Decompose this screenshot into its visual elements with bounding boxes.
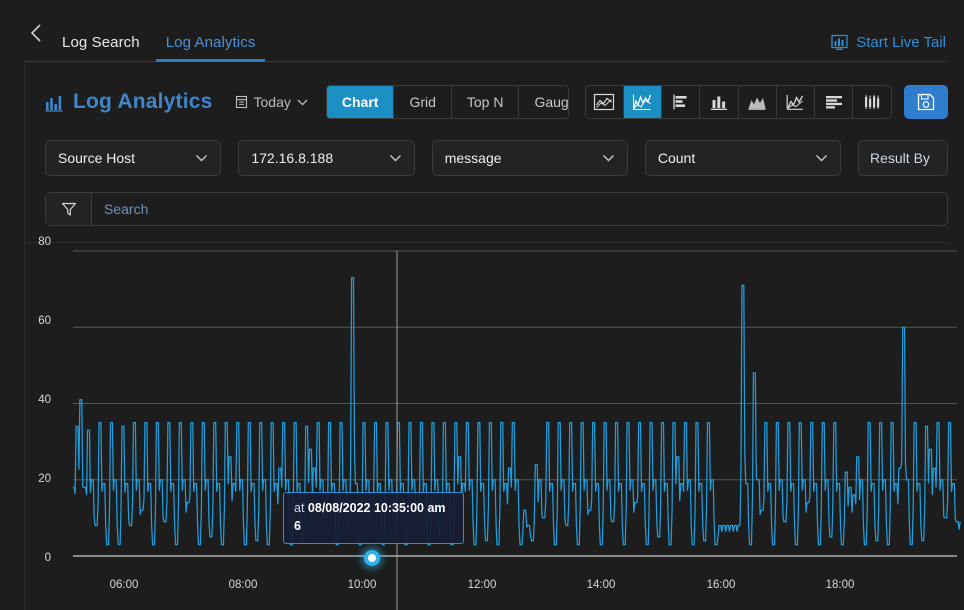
save-button[interactable] — [904, 85, 948, 119]
x-axis-tick-0600: 06:00 — [109, 579, 139, 591]
chevron-down-icon — [297, 99, 308, 106]
scatter-line-chart-icon — [786, 95, 804, 110]
chevron-down-icon — [389, 155, 401, 162]
aggregate-select[interactable]: Count — [644, 140, 841, 176]
chart-type-candlestick[interactable] — [853, 86, 892, 118]
chevron-down-icon — [816, 155, 827, 162]
x-axis-tick-1400: 14:00 — [586, 579, 616, 591]
tab-log-analytics-label: Log Analytics — [165, 34, 256, 51]
candlestick-chart-icon — [865, 95, 880, 109]
x-axis-tick-0800: 08:00 — [228, 579, 258, 591]
horizontal-bar-chart-icon — [673, 94, 687, 110]
start-live-tail-label: Start Live Tail — [856, 34, 946, 51]
panel-title: Log Analytics — [45, 90, 213, 114]
column-chart-icon — [710, 96, 727, 110]
view-mode-gauge[interactable]: Gauge — [519, 86, 568, 118]
floppy-disk-icon — [918, 93, 935, 111]
aggregate-select-value: Count — [657, 150, 696, 166]
view-mode-top-n-label: Top N — [466, 94, 504, 110]
field-select-value: message — [444, 150, 502, 166]
x-axis-tick-1000: 10:00 — [347, 579, 377, 591]
y-axis-tick-80: 80 — [38, 236, 51, 248]
chart-type-line[interactable] — [623, 86, 663, 118]
result-by-select-value: Result By — [870, 150, 930, 166]
tab-log-analytics[interactable]: Log Analytics — [155, 34, 266, 62]
chart-type-stacked-bar[interactable] — [814, 86, 854, 118]
analytics-panel: Log Analytics Today Chart Grid Top N Gau… — [24, 62, 964, 610]
chevron-down-icon — [196, 155, 208, 162]
bar-chart-icon — [45, 95, 63, 112]
host-value-select-value: 172.16.8.188 — [251, 150, 334, 166]
y-axis-tick-20: 20 — [38, 473, 51, 485]
filter-button[interactable] — [46, 193, 92, 225]
funnel-icon — [61, 202, 76, 216]
search-bar — [45, 192, 948, 226]
view-mode-top-n[interactable]: Top N — [451, 86, 520, 118]
result-by-select[interactable]: Result By — [858, 140, 948, 176]
view-mode-chart-label: Chart — [341, 94, 379, 110]
y-axis-tick-40: 40 — [38, 394, 51, 406]
view-mode-grid-label: Grid — [409, 94, 436, 110]
tab-log-search[interactable]: Log Search — [52, 34, 150, 62]
chevron-down-icon — [602, 155, 614, 162]
chevron-left-icon — [30, 24, 41, 42]
top-navigation-bar: Log Search Log Analytics Start Live Tail — [0, 0, 964, 62]
mountain-area-chart-icon — [748, 97, 766, 110]
back-button[interactable] — [24, 18, 46, 48]
tab-log-search-label: Log Search — [62, 34, 140, 51]
chart-type-area[interactable] — [585, 86, 624, 118]
start-live-tail-button[interactable]: Start Live Tail — [831, 34, 946, 51]
chart-type-column[interactable] — [700, 86, 739, 118]
chart-type-mountain-area[interactable] — [738, 86, 777, 118]
chart-type-scatter-line[interactable] — [776, 86, 815, 118]
chart-type-group — [584, 85, 893, 119]
view-mode-group: Chart Grid Top N Gauge — [325, 85, 569, 119]
x-axis-tick-1200: 12:00 — [467, 579, 497, 591]
search-input[interactable] — [92, 201, 947, 217]
analytics-toolbar: Log Analytics Today Chart Grid Top N Gau… — [25, 62, 964, 124]
stacked-bar-chart-icon — [825, 96, 842, 109]
host-value-select[interactable]: 172.16.8.188 — [238, 140, 415, 176]
field-select[interactable]: message — [431, 140, 628, 176]
log-analytics-chart[interactable]: 0 20 40 60 80 06:00 08:00 10:00 12:00 14… — [25, 236, 964, 610]
y-axis-tick-60: 60 — [38, 315, 51, 327]
chart-hover-marker — [364, 550, 380, 566]
y-axis-tick-0: 0 — [44, 552, 51, 564]
x-axis-tick-1800: 18:00 — [825, 579, 855, 591]
view-mode-chart[interactable]: Chart — [326, 86, 395, 118]
filter-row: Source Host 172.16.8.188 message Count R — [25, 124, 964, 176]
chart-canvas[interactable] — [25, 243, 964, 610]
date-range-label: Today — [253, 94, 291, 110]
panel-title-label: Log Analytics — [73, 90, 213, 113]
live-tail-chart-icon — [831, 34, 848, 50]
view-mode-grid[interactable]: Grid — [394, 86, 452, 118]
calendar-icon — [235, 95, 247, 109]
line-chart-icon — [633, 94, 652, 111]
x-axis-tick-1600: 16:00 — [706, 579, 736, 591]
chart-type-horizontal-bar[interactable] — [662, 86, 701, 118]
area-chart-icon — [594, 93, 615, 111]
search-row — [25, 176, 964, 226]
source-host-select[interactable]: Source Host — [45, 140, 222, 176]
source-host-select-value: Source Host — [58, 150, 136, 166]
date-range-selector[interactable]: Today — [235, 94, 308, 110]
view-mode-gauge-label: Gauge — [534, 94, 569, 110]
